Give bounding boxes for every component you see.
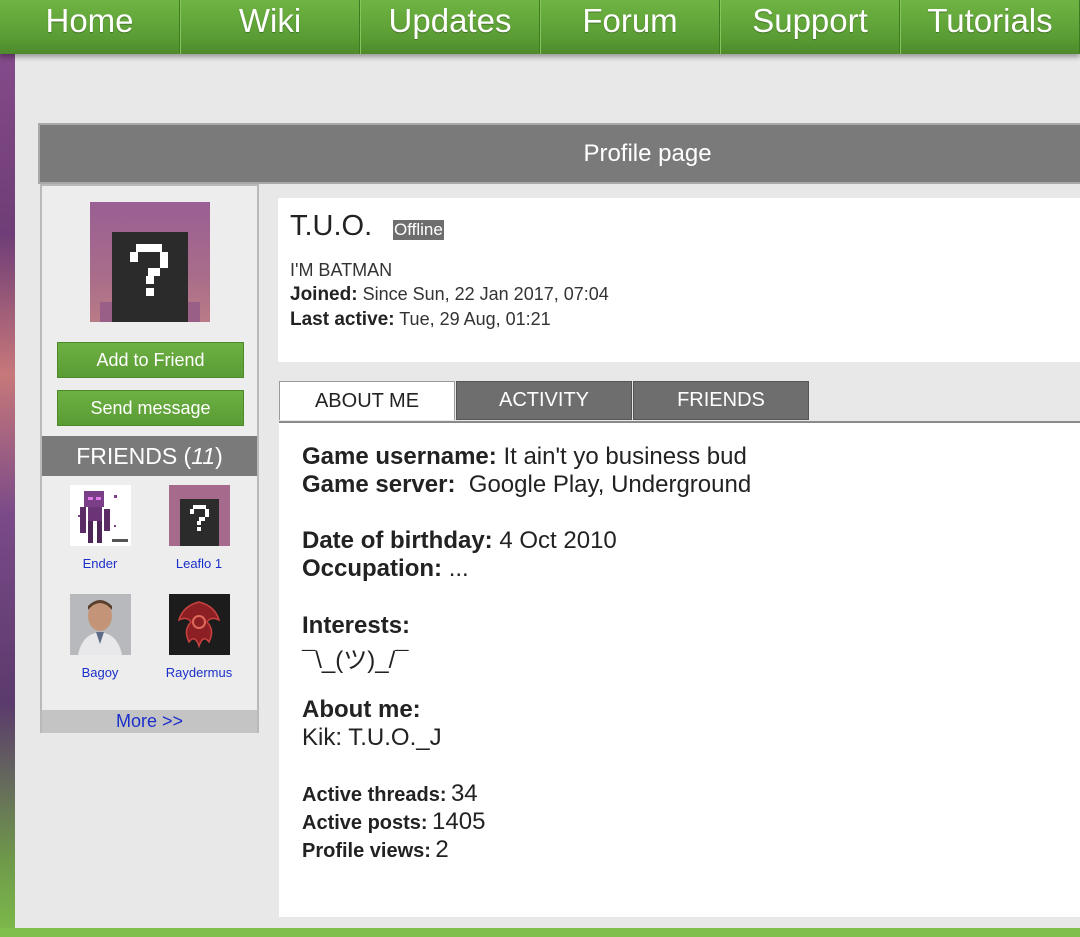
- friends-header: FRIENDS (11): [42, 436, 257, 476]
- enderman-avatar-icon: [69, 485, 131, 546]
- interests-label-text: Interests:: [302, 612, 411, 639]
- profile-views-row: Profile views: 2: [302, 836, 449, 864]
- profile-tabs: ABOUT ME ACTIVITY FRIENDS: [279, 381, 1080, 423]
- game-username-row: Game username: It ain't yo business bud: [302, 443, 747, 471]
- joined-value: Since Sun, 22 Jan 2017, 07:04: [362, 284, 609, 304]
- friends-count: 11: [191, 442, 216, 469]
- birthday-label: Date of birthday:: [302, 527, 493, 554]
- active-posts-value: 1405: [432, 808, 486, 835]
- game-server-value: Google Play, Underground: [468, 471, 752, 498]
- footer-strip: [0, 928, 1080, 937]
- last-active-value: Tue, 29 Aug, 01:21: [399, 309, 551, 329]
- last-active-row: Last active: Tue, 29 Aug, 01:21: [290, 307, 609, 332]
- question-head-icon: [168, 485, 230, 546]
- game-server-row: Game server: Google Play, Underground: [302, 471, 751, 499]
- active-threads-value: 34: [450, 780, 478, 807]
- nav-item-wiki[interactable]: Wiki: [180, 0, 360, 54]
- birthday-row: Date of birthday: 4 Oct 2010: [302, 527, 617, 555]
- game-username-value: It ain't yo business bud: [503, 443, 747, 470]
- friend-avatar-bagoy[interactable]: [69, 594, 131, 655]
- friend-item[interactable]: Bagoy: [55, 594, 145, 680]
- friend-avatar-ender[interactable]: [69, 485, 131, 546]
- tab-friends[interactable]: FRIENDS: [633, 381, 809, 420]
- friend-name[interactable]: Leaflo 1: [154, 556, 244, 571]
- game-username-label: Game username:: [302, 443, 497, 470]
- question-head-icon: [100, 232, 200, 322]
- nav-item-tutorials[interactable]: Tutorials: [900, 0, 1080, 54]
- friend-avatar-raydermus[interactable]: [168, 594, 230, 655]
- birthday-value: 4 Oct 2010: [499, 527, 617, 554]
- main-navigation: Home Wiki Updates Forum Support Tutorial…: [0, 0, 1080, 54]
- nav-item-updates[interactable]: Updates: [360, 0, 540, 54]
- tab-activity[interactable]: ACTIVITY: [456, 381, 632, 420]
- friend-item[interactable]: Leaflo 1: [154, 485, 244, 571]
- friend-name[interactable]: Bagoy: [55, 665, 145, 680]
- status-badge: Offline: [393, 220, 444, 240]
- interests-label: Interests:: [302, 612, 410, 640]
- nav-item-support[interactable]: Support: [720, 0, 900, 54]
- occupation-label: Occupation:: [302, 555, 443, 582]
- friend-avatar-leaflo[interactable]: [168, 485, 230, 546]
- friends-label: FRIENDS (: [76, 442, 192, 469]
- nav-item-home[interactable]: Home: [0, 0, 180, 54]
- about-me-label: About me:: [302, 696, 421, 724]
- profile-details: I'M BATMAN Joined: Since Sun, 22 Jan 201…: [290, 258, 609, 332]
- add-friend-button[interactable]: Add to Friend: [57, 342, 244, 378]
- active-threads-row: Active threads: 34: [302, 780, 478, 808]
- profile-username: T.U.O.: [290, 210, 373, 242]
- avatar: [90, 202, 210, 322]
- profile-views-label: Profile views:: [302, 840, 431, 862]
- last-active-label: Last active:: [290, 309, 395, 330]
- occupation-value: ...: [448, 555, 469, 582]
- friend-name[interactable]: Raydermus: [154, 665, 244, 680]
- friend-item[interactable]: Ender: [55, 485, 145, 571]
- nav-item-forum[interactable]: Forum: [540, 0, 720, 54]
- friend-name[interactable]: Ender: [55, 556, 145, 571]
- interests-value: ¯\_(ツ)_/¯: [302, 647, 409, 674]
- active-posts-row: Active posts: 1405: [302, 808, 485, 836]
- active-posts-label: Active posts:: [302, 812, 428, 834]
- occupation-row: Occupation: ...: [302, 555, 469, 583]
- joined-label: Joined:: [290, 284, 358, 305]
- about-me-label-text: About me:: [302, 696, 421, 723]
- profile-tagline: I'M BATMAN: [290, 260, 393, 280]
- joined-row: Joined: Since Sun, 22 Jan 2017, 07:04: [290, 282, 609, 307]
- active-threads-label: Active threads:: [302, 784, 447, 806]
- send-message-button[interactable]: Send message: [57, 390, 244, 426]
- more-friends-link[interactable]: More >>: [42, 710, 257, 733]
- page-title: Profile page: [38, 123, 1080, 184]
- profile-sidebar: Add to Friend Send message FRIENDS (11): [40, 184, 259, 733]
- profile-info-box: T.U.O. Offline I'M BATMAN Joined: Since …: [278, 198, 1080, 362]
- friends-label-close: ): [215, 442, 223, 469]
- friend-item[interactable]: Raydermus: [154, 594, 244, 680]
- tab-about-me[interactable]: ABOUT ME: [279, 381, 455, 420]
- emblem-avatar-icon: [168, 594, 230, 655]
- profile-views-value: 2: [435, 836, 449, 863]
- decorative-background-strip: [0, 0, 15, 937]
- about-me-content: Game username: It ain't yo business bud …: [279, 423, 1080, 917]
- about-me-value: Kik: T.U.O._J: [302, 724, 442, 751]
- person-photo-icon: [69, 594, 131, 655]
- game-server-label: Game server:: [302, 471, 456, 498]
